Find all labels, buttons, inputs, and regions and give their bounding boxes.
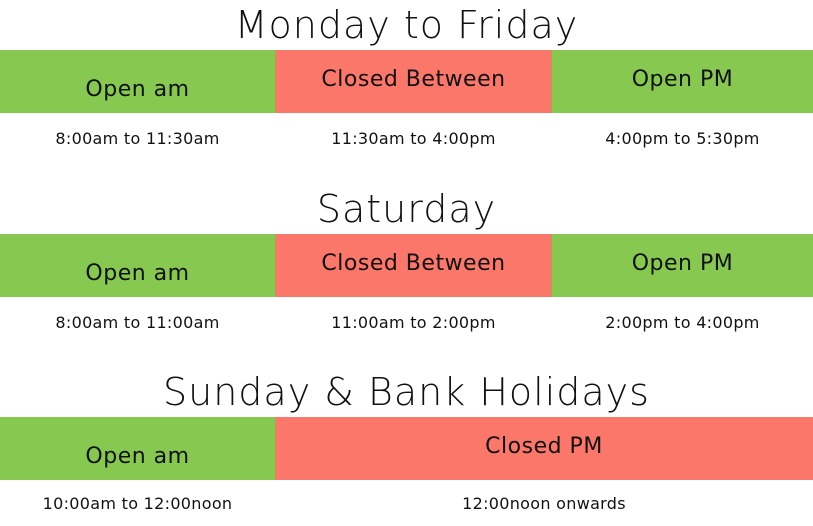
weekday-section: Monday to Friday Open am Closed Between … bbox=[0, 0, 813, 163]
sunday-open-am-time: 10:00am to 12:00noon bbox=[42, 493, 233, 513]
weekday-open-am-time: 8:00am to 11:30am bbox=[55, 128, 220, 148]
sunday-section: Sunday & Bank Holidays Open am Closed PM… bbox=[0, 367, 813, 526]
saturday-status-bar: Open am Closed Between Open PM bbox=[0, 234, 813, 297]
saturday-open-pm-label: Open PM bbox=[552, 234, 813, 297]
saturday-section: Saturday Open am Closed Between Open PM … bbox=[0, 184, 813, 347]
sunday-open-am-label: Open am bbox=[0, 417, 275, 480]
saturday-open-pm-time: 2:00pm to 4:00pm bbox=[605, 312, 760, 332]
weekday-times-row: 8:00am to 11:30am 11:30am to 4:00pm 4:00… bbox=[0, 113, 813, 163]
weekday-closed-time: 11:30am to 4:00pm bbox=[331, 128, 496, 148]
weekday-title: Monday to Friday bbox=[234, 3, 579, 47]
saturday-times-row: 8:00am to 11:00am 11:00am to 2:00pm 2:00… bbox=[0, 297, 813, 347]
saturday-open-am-time: 8:00am to 11:00am bbox=[55, 312, 220, 332]
sunday-closed-time: 12:00noon onwards bbox=[462, 493, 626, 513]
saturday-closed-time: 11:00am to 2:00pm bbox=[331, 312, 496, 332]
sunday-closed-label: Closed PM bbox=[275, 417, 813, 480]
saturday-open-am-label: Open am bbox=[0, 234, 275, 297]
sunday-status-bar: Open am Closed PM bbox=[0, 417, 813, 480]
weekday-open-pm-label: Open PM bbox=[552, 50, 813, 113]
sunday-title: Sunday & Bank Holidays bbox=[163, 370, 650, 414]
weekday-closed-label: Closed Between bbox=[275, 50, 552, 113]
saturday-title: Saturday bbox=[316, 187, 497, 231]
sunday-times-row: 10:00am to 12:00noon 12:00noon onwards bbox=[0, 480, 813, 526]
weekday-open-pm-time: 4:00pm to 5:30pm bbox=[605, 128, 760, 148]
weekday-status-bar: Open am Closed Between Open PM bbox=[0, 50, 813, 113]
saturday-closed-label: Closed Between bbox=[275, 234, 552, 297]
weekday-open-am-label: Open am bbox=[0, 50, 275, 113]
